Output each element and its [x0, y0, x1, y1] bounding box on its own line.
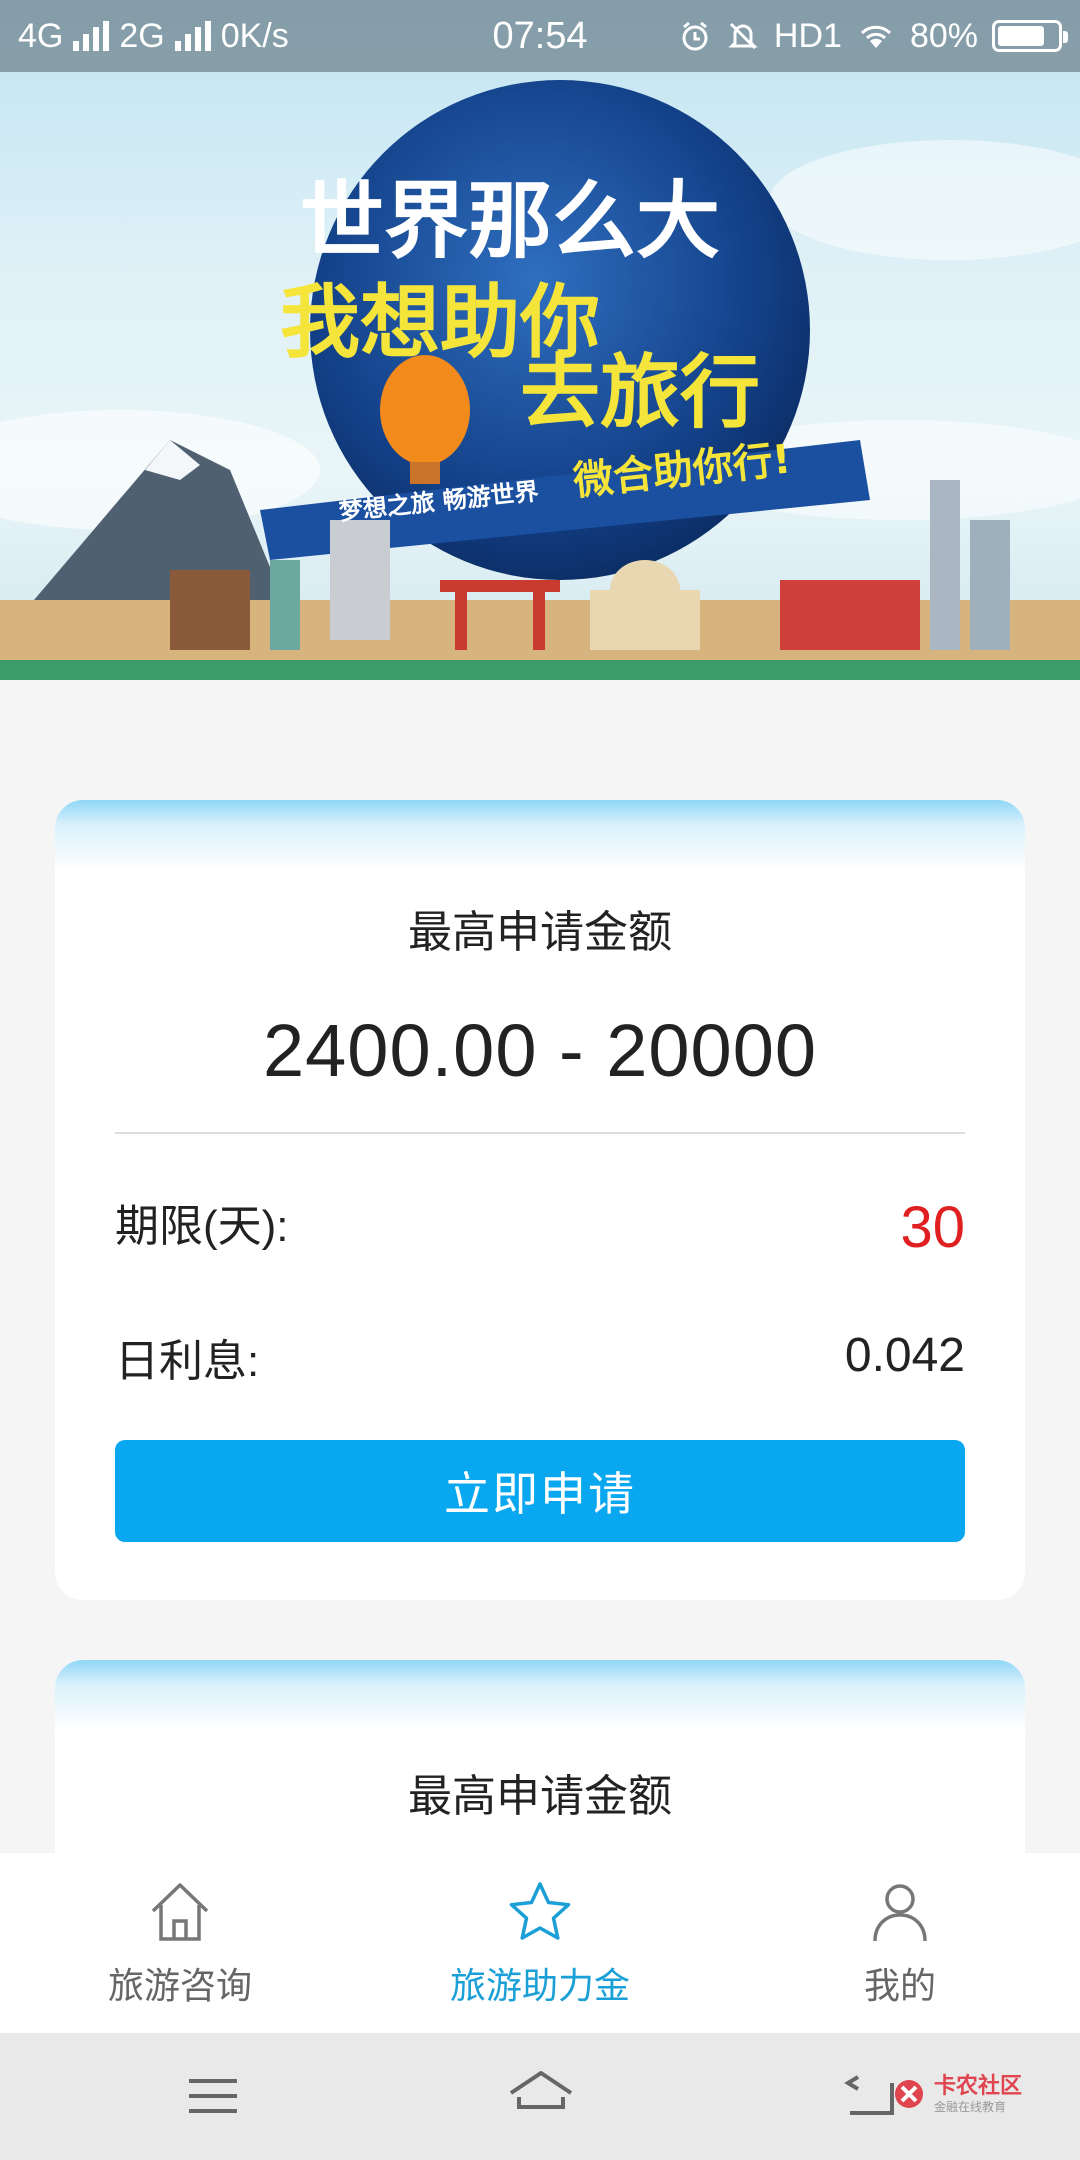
tab-travel-fund[interactable]: 旅游助力金	[360, 1853, 720, 2033]
alarm-icon	[682, 21, 708, 51]
term-label: 期限(天):	[115, 1202, 289, 1251]
home-nav-icon[interactable]	[505, 2063, 577, 2129]
banner-headline-2b: 去旅行	[520, 346, 760, 439]
amount-range: 2400.00 - 20000	[262, 1009, 818, 1092]
mute-bell-icon	[728, 22, 758, 50]
network-type-2: 2G	[119, 16, 165, 55]
interest-label: 日利息:	[115, 1337, 260, 1386]
back-icon[interactable]	[842, 2063, 898, 2129]
card-title: 最高申请金额	[408, 908, 672, 957]
star-icon	[509, 1882, 571, 1940]
status-bar: 4G 2G 0K/s 07:54 HD1 80%	[0, 0, 1080, 72]
watermark-logo-icon	[894, 2080, 923, 2108]
tab-mine[interactable]: 我的	[720, 1853, 1080, 2033]
network-type-1: 4G	[18, 16, 64, 55]
tab-label: 旅游助力金	[449, 1965, 630, 2006]
interest-value: 0.042	[844, 1329, 965, 1382]
watermark: 卡农社区 金融在线教育	[892, 2075, 1022, 2113]
hd-indicator: HD1	[773, 16, 842, 55]
loan-card-2: 最高申请金额	[55, 1660, 1025, 1880]
tab-label: 我的	[863, 1965, 936, 2006]
card-title-2: 最高申请金额	[408, 1772, 672, 1821]
watermark-sub: 金融在线教育	[933, 2100, 1006, 2114]
apply-button[interactable]: 立即申请	[115, 1440, 965, 1542]
banner-illustration: 世界那么大 我想助你 去旅行 梦想之旅 畅游世界 微合助你行!	[0, 80, 1080, 680]
network-speed: 0K/s	[220, 16, 289, 55]
watermark-main: 卡农社区	[933, 2073, 1022, 2098]
signal-icon-2	[174, 21, 211, 51]
banner-image[interactable]: 世界那么大 我想助你 去旅行 梦想之旅 畅游世界 微合助你行!	[0, 0, 1080, 680]
battery-percent: 80%	[909, 16, 978, 55]
user-icon	[873, 1884, 927, 1942]
home-icon	[151, 1883, 209, 1941]
term-value: 30	[900, 1195, 965, 1260]
tab-travel-consult[interactable]: 旅游咨询	[0, 1853, 360, 2033]
wifi-icon	[860, 25, 891, 48]
menu-icon[interactable]	[185, 2063, 241, 2129]
loan-card: 最高申请金额 2400.00 - 20000 期限(天): 30 日利息: 0.…	[55, 800, 1025, 1600]
divider	[115, 1132, 965, 1134]
signal-icon	[73, 21, 110, 51]
battery-icon	[992, 20, 1068, 52]
banner-headline-1: 世界那么大	[300, 172, 720, 270]
system-nav-bar: 卡农社区 金融在线教育	[0, 2033, 1080, 2160]
bottom-tab-bar: 旅游咨询 旅游助力金 我的	[0, 1853, 1080, 2033]
tab-label: 旅游咨询	[107, 1965, 252, 2006]
